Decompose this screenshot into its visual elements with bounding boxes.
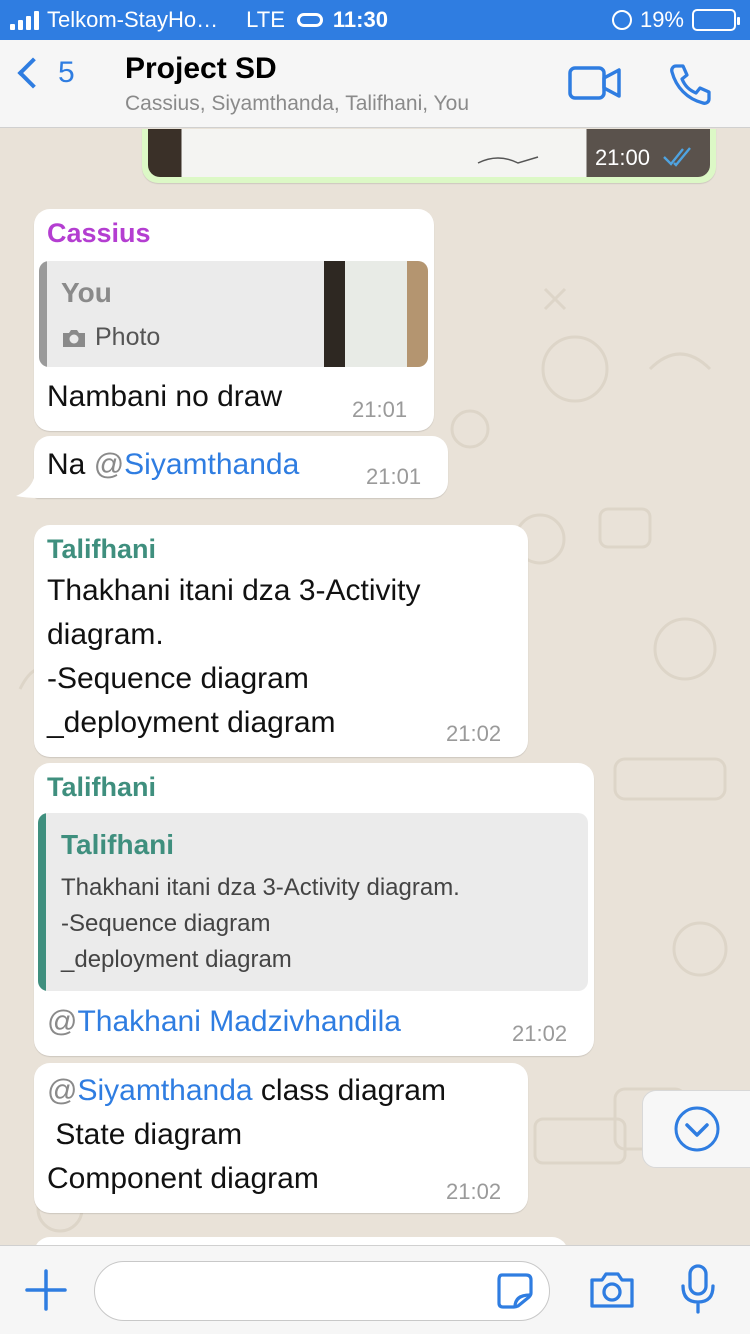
mention-link[interactable]: Siyamthanda	[124, 448, 299, 481]
message-line: _deployment diagram	[47, 706, 336, 739]
mention-at-symbol: @	[47, 1005, 78, 1038]
read-receipt-icon	[663, 147, 691, 167]
quote-text: Photo	[95, 323, 161, 351]
message-text-prefix: Na	[47, 448, 94, 481]
orientation-lock-icon	[611, 10, 632, 30]
photo-thumbnail[interactable]: 21:00	[148, 129, 710, 177]
outgoing-photo-message[interactable]: 21:00	[142, 129, 716, 183]
chevron-left-icon	[17, 57, 49, 89]
unread-count: 5	[58, 56, 75, 89]
message-line: State diagram	[47, 1118, 243, 1151]
message-time: 21:01	[352, 397, 408, 422]
chevron-down-circle-icon	[674, 1106, 720, 1152]
quote-author: You	[61, 277, 112, 308]
message-composer	[0, 1245, 750, 1334]
message-text: Na @Siyamthanda	[47, 443, 299, 487]
incoming-message[interactable]: Cassius You Photo Nambani no draw 21:01	[34, 209, 434, 431]
camera-icon	[590, 1272, 634, 1308]
message-time: 21:01	[366, 464, 422, 489]
message-list[interactable]: 21:00 Cassius You Photo Nambani no draw …	[0, 129, 750, 1245]
mention-at-symbol: @	[93, 448, 125, 481]
bubble-tail	[16, 478, 40, 498]
attach-button[interactable]	[24, 1268, 68, 1312]
status-bar: Telkom-StayHo… LTE 11:30 19%	[0, 0, 750, 40]
mention-link[interactable]: Thakhani Madzivhandila	[77, 1005, 401, 1038]
battery-percent: 19%	[639, 7, 684, 32]
signal-icon	[10, 10, 39, 30]
phone-icon	[670, 64, 711, 105]
chat-header: 5 Project SD Cassius, Siyamthanda, Talif…	[0, 40, 750, 128]
quote-bar	[39, 261, 47, 367]
camera-button[interactable]	[588, 1270, 636, 1310]
microphone-icon	[681, 1264, 715, 1314]
voice-record-button[interactable]	[680, 1264, 716, 1314]
quote-bar	[38, 813, 46, 991]
scroll-to-bottom-button[interactable]	[642, 1090, 750, 1168]
quote-photo-thumbnail	[324, 261, 428, 367]
message-text-rest: class diagram	[252, 1074, 446, 1107]
quote-line: Thakhani itani dza 3-Activity diagram.	[61, 874, 460, 901]
message-line: Thakhani itani dza 3-Activity	[47, 574, 421, 607]
incoming-message[interactable]: Talifhani Talifhani Thakhani itani dza 3…	[34, 763, 594, 1056]
hotspot-link-icon	[296, 13, 323, 27]
sender-name[interactable]: Cassius	[47, 218, 151, 249]
message-time: 21:00	[594, 145, 650, 170]
mention-at-symbol: @	[47, 1074, 78, 1107]
carrier-name: Telkom-StayHo…	[47, 7, 219, 32]
mention-link[interactable]: Siyamthanda	[77, 1074, 252, 1107]
message-time: 21:02	[446, 721, 502, 746]
message-text: @Thakhani Madzivhandila	[47, 1000, 401, 1044]
quote-author: Talifhani	[61, 829, 175, 860]
quote-text: Thakhani itani dza 3-Activity diagram. -…	[61, 870, 460, 978]
incoming-message[interactable]: @Siyamthanda class diagram State diagram…	[34, 1063, 528, 1213]
incoming-message-partial[interactable]	[34, 1237, 568, 1245]
message-input[interactable]	[94, 1261, 550, 1321]
sticker-button[interactable]	[496, 1273, 534, 1309]
network-type: LTE	[246, 7, 285, 32]
sender-name[interactable]: Talifhani	[47, 534, 156, 565]
plus-icon	[25, 1269, 67, 1311]
camera-small-icon	[63, 330, 85, 347]
message-line: -Sequence diagram	[47, 662, 309, 695]
quote-line: -Sequence diagram	[61, 910, 271, 937]
chat-title[interactable]: Project SD	[125, 52, 277, 86]
sticker-icon	[497, 1273, 533, 1309]
battery-icon	[692, 9, 740, 31]
status-time: 11:30	[332, 7, 388, 32]
message-line: @Siyamthanda class diagram	[47, 1069, 446, 1113]
incoming-message[interactable]: Na @Siyamthanda 21:01	[34, 436, 448, 498]
quoted-message[interactable]: Talifhani Thakhani itani dza 3-Activity …	[38, 813, 588, 991]
message-line: diagram.	[47, 618, 164, 651]
message-time: 21:02	[446, 1179, 502, 1204]
incoming-message[interactable]: Talifhani Thakhani itani dza 3-Activity …	[34, 525, 528, 757]
sender-name[interactable]: Talifhani	[47, 772, 156, 803]
participants-list[interactable]: Cassius, Siyamthanda, Talifhani, You	[125, 92, 469, 116]
voice-call-button[interactable]	[668, 62, 712, 106]
message-time: 21:02	[512, 1021, 568, 1046]
message-text: Thakhani itani dza 3-Activity diagram. -…	[47, 569, 421, 745]
video-camera-icon	[568, 66, 621, 100]
message-line: Component diagram	[47, 1162, 319, 1195]
message-text: @Siyamthanda class diagram State diagram…	[47, 1069, 446, 1201]
back-button[interactable]: 5	[14, 56, 75, 90]
quoted-message[interactable]: You Photo	[39, 261, 428, 367]
video-call-button[interactable]	[568, 66, 622, 100]
message-text: Nambani no draw	[47, 380, 283, 413]
quote-line: _deployment diagram	[61, 946, 292, 973]
